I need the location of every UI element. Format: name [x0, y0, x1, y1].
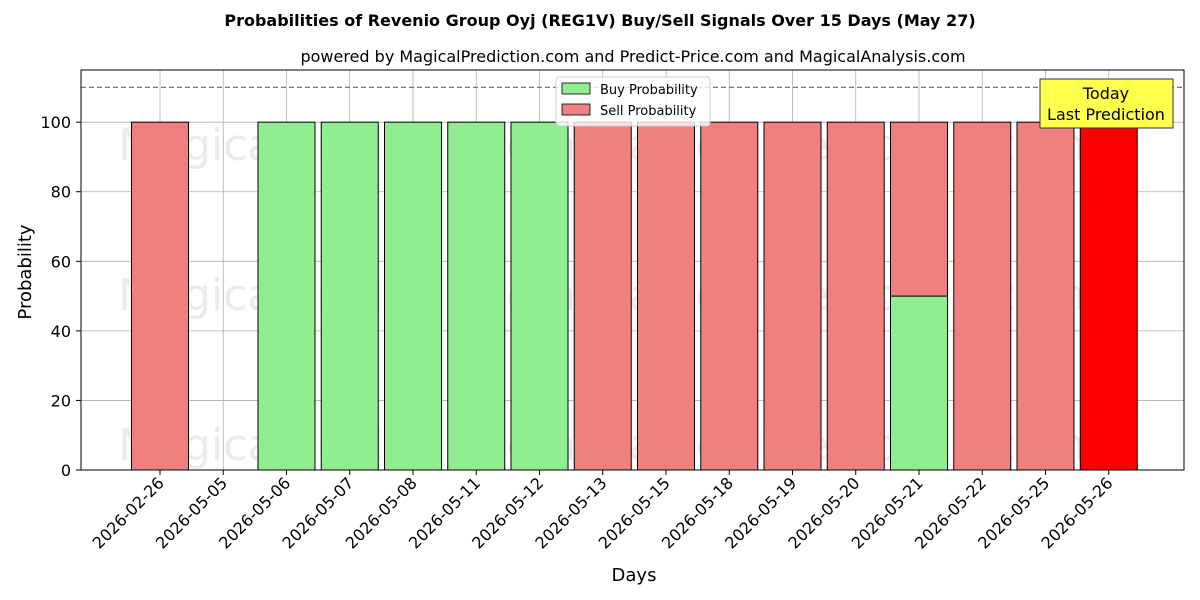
legend-swatch-sell — [561, 103, 591, 116]
legend-label-buy: Buy Probability — [600, 83, 698, 98]
y-axis-label: Probability — [15, 224, 36, 319]
today-annotation: Today Last Prediction — [1039, 78, 1174, 129]
bar-sell — [953, 121, 1012, 471]
y-tick-label: 100 — [40, 113, 71, 132]
chart-title: Probabilities of Revenio Group Oyj (REG1… — [224, 11, 975, 30]
legend-label-sell: Sell Probability — [600, 104, 697, 119]
bar-sell — [826, 121, 885, 471]
bar-sell — [890, 121, 948, 297]
legend: Buy Probability Sell Probability — [555, 76, 711, 127]
y-tick-label: 20 — [51, 391, 71, 410]
y-axis-ticks: 0 20 40 60 80 100 — [40, 113, 81, 480]
bar-buy — [320, 121, 379, 471]
chart-subtitle: powered by MagicalPrediction.com and Pre… — [300, 47, 965, 66]
bar-buy — [257, 121, 316, 471]
bar-sell — [700, 121, 759, 471]
bar-sell — [1079, 121, 1138, 471]
legend-swatch-buy — [561, 82, 591, 95]
y-tick-label: 60 — [51, 252, 71, 271]
probability-chart: Probabilities of Revenio Group Oyj (REG1… — [15, 11, 1185, 586]
y-tick-label: 0 — [61, 461, 71, 480]
x-axis-ticks: 2026-02-262026-05-052026-05-062026-05-07… — [89, 470, 1117, 553]
bar-sell — [763, 121, 822, 471]
bar-buy — [447, 121, 506, 471]
x-axis-label: Days — [612, 565, 657, 586]
bar-sell — [1016, 121, 1075, 471]
bar-buy — [890, 295, 948, 471]
annotation-line2: Last Prediction — [1047, 105, 1165, 124]
bar-buy — [384, 121, 442, 471]
bar-buy — [510, 121, 569, 471]
annotation-line1: Today — [1082, 84, 1129, 103]
y-tick-label: 40 — [51, 322, 71, 341]
y-tick-label: 80 — [51, 183, 71, 202]
bar-sell — [131, 121, 189, 471]
bar-sell — [573, 121, 632, 471]
bar-sell — [637, 121, 695, 471]
